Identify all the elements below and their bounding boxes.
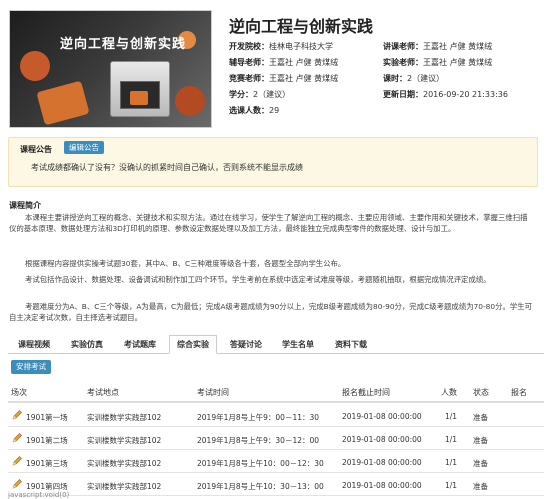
column-header: 报名 [511,388,527,397]
table-row: 1901第三场 实训楼数学实践部102 2019年1月8号上午10：00－12：… [8,451,544,473]
tab-lab-simulation[interactable]: 实验仿真 [63,335,111,354]
session-cell: 1901第三场 [26,459,68,468]
edit-pencil-icon[interactable] [11,478,23,490]
browser-status-text: javascript:void(0) [8,491,70,499]
banner-decoration [36,80,90,126]
contest-teacher-info: 竞赛老师：王嘉社 卢健 黄煤绒 [229,74,339,83]
deadline-cell: 2019-01-08 00:00:00 [342,412,422,421]
course-banner: 逆向工程与创新实践 [9,10,212,128]
location-cell: 实训楼数学实践部102 [87,413,162,422]
tab-student-list[interactable]: 学生名单 [274,335,322,354]
edit-pencil-icon[interactable] [11,409,23,421]
table-row: 1901第一场 实训楼数学实践部102 2019年1月8号上午9：00－11：3… [8,405,544,427]
enrolled-info: 选课人数：29 [229,106,280,115]
deadline-cell: 2019-01-08 00:00:00 [342,435,422,444]
credit-info: 学分：2（建议） [229,90,291,99]
column-header: 状态 [473,388,489,397]
column-header: 考试地点 [87,388,119,397]
table-row: 1901第二场 实训楼数学实践部102 2019年1月8号上午9：30－12：0… [8,428,544,450]
status-cell: 准备 [473,413,488,422]
tutor-info: 辅导老师：王嘉社 卢健 黄煤绒 [229,58,339,67]
school-info: 开发院校：桂林电子科技大学 [229,42,333,51]
table-row: 1901第四场 实训楼数学实践部102 2019年1月8号上午10：30－13：… [8,474,544,496]
hours-info: 课时：2（建议） [383,74,445,83]
time-cell: 2019年1月8号上午9：30－12：00 [197,436,320,445]
banner-decoration [175,86,205,116]
course-title: 逆向工程与创新实践 [229,17,374,36]
lab-teacher-info: 实验老师：王嘉社 卢健 黄煤绒 [383,58,493,67]
count-cell: 1/1 [445,435,458,444]
time-cell: 2019年1月8号上午9：00－11：30 [197,413,320,422]
location-cell: 实训楼数学实践部102 [87,459,162,468]
count-cell: 1/1 [445,412,458,421]
status-cell: 准备 [473,436,488,445]
deadline-cell: 2019-01-08 00:00:00 [342,458,422,467]
intro-title: 课程简介 [9,201,41,210]
time-cell: 2019年1月8号上午10：00－12：30 [197,459,324,468]
banner-decoration [20,51,50,81]
time-cell: 2019年1月8号上午10：30－13：00 [197,482,324,491]
column-header: 报名截止时间 [342,388,390,397]
session-cell: 1901第一场 [26,413,68,422]
edit-pencil-icon[interactable] [11,455,23,467]
intro-paragraph: 考题难度分为A、B、C三个等级，A为最高，C为最低；完成A级考题成绩为90分以上… [9,302,533,322]
tab-downloads[interactable]: 资料下载 [327,335,375,354]
tab-comprehensive-lab[interactable]: 综合实验 [169,335,217,354]
column-header: 场次 [11,388,27,397]
tab-exam-bank[interactable]: 考试题库 [116,335,164,354]
location-cell: 实训楼数学实践部102 [87,436,162,445]
notice-label: 课程公告 [20,145,52,154]
count-cell: 1/1 [445,481,458,490]
intro-paragraph: 本课程主要讲授逆向工程的概念、关键技术和实现方法。通过在线学习，使学生了解逆向工… [9,213,528,233]
updated-info: 更新日期：2016-09-20 21:33:36 [383,90,508,99]
status-cell: 准备 [473,482,488,491]
column-header: 人数 [441,388,457,397]
table-header: 场次 考试地点 考试时间 报名截止时间 人数 状态 报名 [8,379,544,403]
session-cell: 1901第二场 [26,436,68,445]
column-header: 考试时间 [197,388,229,397]
banner-title: 逆向工程与创新实践 [60,37,187,52]
edit-pencil-icon[interactable] [11,432,23,444]
lecturer-info: 讲课老师：王嘉社 卢健 黄煤绒 [383,42,493,51]
notice-text: 考试成绩都确认了没有？没确认的抓紧时间自己确认，否则系统不能显示成绩 [31,163,303,172]
intro-paragraph: 考试包括作品设计、数据处理、设备调试和制作加工四个环节。学生考前在系统中选定考试… [25,275,491,284]
course-notice: 课程公告 编辑公告 考试成绩都确认了没有？没确认的抓紧时间自己确认，否则系统不能… [8,137,538,187]
count-cell: 1/1 [445,458,458,467]
printed-object [130,91,148,105]
status-cell: 准备 [473,459,488,468]
tab-course-video[interactable]: 课程视频 [10,335,58,354]
edit-notice-button[interactable]: 编辑公告 [64,141,104,154]
tab-qa-discussion[interactable]: 答疑讨论 [222,335,270,354]
intro-paragraph: 根据课程内容提供实操考试题30套，其中A、B、C三种难度等级各十套，各题型全部向… [25,259,346,268]
location-cell: 实训楼数学实践部102 [87,482,162,491]
deadline-cell: 2019-01-08 00:00:00 [342,481,422,490]
arrange-exam-button[interactable]: 安排考试 [11,360,51,374]
course-tabs: 课程视频 实验仿真 考试题库 综合实验 答疑讨论 学生名单 资料下载 [8,335,544,354]
